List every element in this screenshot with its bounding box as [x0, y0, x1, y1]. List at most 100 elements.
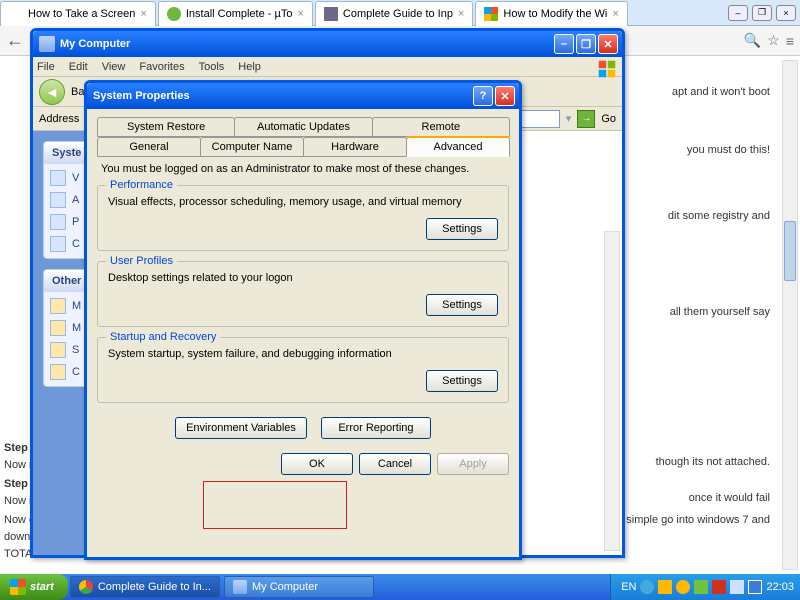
extra-buttons-row: Environment Variables Error Reporting: [97, 417, 509, 439]
menu-favorites[interactable]: Favorites: [139, 61, 184, 73]
tab-title: Install Complete - µTo: [186, 8, 293, 20]
tab-title: How to Modify the Wi: [503, 8, 607, 20]
menu-help[interactable]: Help: [238, 61, 261, 73]
go-button[interactable]: →: [577, 110, 595, 128]
back-button[interactable]: ←: [6, 30, 24, 51]
tray-shield-icon[interactable]: [658, 580, 672, 594]
tab-general[interactable]: General: [97, 137, 201, 157]
performance-group: Performance Visual effects, processor sc…: [97, 185, 509, 251]
close-icon[interactable]: ×: [140, 8, 146, 20]
browser-tab-strip: How to Take a Screen × Install Complete -…: [0, 0, 800, 26]
close-button[interactable]: ✕: [495, 86, 515, 106]
tab-system-restore[interactable]: System Restore: [97, 117, 235, 137]
tray-chevron-icon[interactable]: [640, 580, 654, 594]
explorer-scrollbar[interactable]: [604, 231, 620, 551]
titlebar[interactable]: My Computer – ❐ ✕: [33, 31, 622, 57]
go-label: Go: [601, 113, 616, 125]
taskbar-item-chrome[interactable]: Complete Guide to In...: [70, 576, 220, 598]
tab-automatic-updates[interactable]: Automatic Updates: [234, 117, 372, 137]
group-legend: Performance: [106, 179, 177, 191]
tray-network-icon[interactable]: [694, 580, 708, 594]
help-button[interactable]: ?: [473, 86, 493, 106]
edge-icon: [9, 7, 23, 21]
admin-instruction: You must be logged on as an Administrato…: [101, 163, 505, 175]
place-icon: [50, 364, 66, 380]
browser-tab-3[interactable]: Complete Guide to Inp ×: [315, 1, 474, 26]
maximize-button[interactable]: ❐: [752, 5, 772, 21]
close-icon[interactable]: ×: [458, 8, 464, 20]
menu-view[interactable]: View: [102, 61, 126, 73]
menu-file[interactable]: File: [37, 61, 55, 73]
system-properties-dialog: System Properties ? ✕ System Restore Aut…: [84, 80, 522, 560]
group-legend: Startup and Recovery: [106, 331, 220, 343]
startup-settings-button[interactable]: Settings: [426, 370, 498, 392]
taskbar-item-mycomputer[interactable]: My Computer: [224, 576, 374, 598]
menu-edit[interactable]: Edit: [69, 61, 88, 73]
task-icon: [50, 192, 66, 208]
menu-tools[interactable]: Tools: [199, 61, 225, 73]
dialog-buttons: OK Cancel Apply: [97, 453, 509, 475]
tab-title: Complete Guide to Inp: [343, 8, 453, 20]
tab-hardware[interactable]: Hardware: [303, 137, 407, 157]
cancel-button[interactable]: Cancel: [359, 453, 431, 475]
performance-settings-button[interactable]: Settings: [426, 218, 498, 240]
maximize-button[interactable]: ❐: [576, 34, 596, 54]
group-desc: Desktop settings related to your logon: [108, 272, 498, 284]
computer-icon: [39, 36, 55, 52]
ok-button[interactable]: OK: [281, 453, 353, 475]
tab-computer-name[interactable]: Computer Name: [200, 137, 304, 157]
task-icon: [50, 214, 66, 230]
system-tray: EN 22:03: [610, 574, 800, 600]
minimize-button[interactable]: –: [554, 34, 574, 54]
chrome-icon: [79, 580, 93, 594]
menu-bar: File Edit View Favorites Tools Help: [33, 57, 622, 77]
page-scrollbar[interactable]: [782, 60, 798, 570]
bg-text: though its not attached.: [656, 454, 770, 471]
close-button[interactable]: ✕: [598, 34, 618, 54]
tab-remote[interactable]: Remote: [372, 117, 510, 137]
browser-tab-4[interactable]: How to Modify the Wi ×: [475, 1, 627, 26]
apply-button: Apply: [437, 453, 509, 475]
nav-back-button[interactable]: ◄: [39, 79, 65, 105]
tray-update-icon[interactable]: [676, 580, 690, 594]
window-title: My Computer: [60, 38, 130, 50]
browser-tab-1[interactable]: How to Take a Screen ×: [0, 1, 156, 26]
tab-strip: System Restore Automatic Updates Remote …: [97, 117, 509, 157]
profiles-settings-button[interactable]: Settings: [426, 294, 498, 316]
tab-title: How to Take a Screen: [28, 8, 135, 20]
bookmark-star-icon[interactable]: ☆: [767, 32, 780, 49]
menu-icon[interactable]: ≡: [786, 33, 794, 49]
tray-volume-icon[interactable]: [730, 580, 744, 594]
scrollbar-thumb[interactable]: [784, 221, 796, 281]
tray-av-icon[interactable]: [712, 580, 726, 594]
tab-advanced[interactable]: Advanced: [406, 137, 510, 157]
close-icon[interactable]: ×: [612, 8, 618, 20]
task-icon: [50, 236, 66, 252]
place-icon: [50, 342, 66, 358]
bg-text: all them yourself say: [670, 304, 770, 321]
dialog-title: System Properties: [93, 90, 190, 102]
bg-text: you must do this!: [687, 142, 770, 159]
titlebar[interactable]: System Properties ? ✕: [87, 83, 519, 109]
bg-text: apt and it won't boot: [672, 84, 770, 101]
page-icon: [324, 7, 338, 21]
taskbar: start Complete Guide to In... My Compute…: [0, 574, 800, 600]
group-desc: System startup, system failure, and debu…: [108, 348, 498, 360]
minimize-button[interactable]: –: [728, 5, 748, 21]
start-button[interactable]: start: [0, 574, 68, 600]
task-icon: [50, 170, 66, 186]
bg-text: once it would fail: [689, 490, 770, 507]
group-desc: Visual effects, processor scheduling, me…: [108, 196, 498, 208]
error-reporting-button[interactable]: Error Reporting: [321, 417, 431, 439]
language-indicator[interactable]: EN: [621, 581, 636, 593]
tray-battery-icon[interactable]: [748, 580, 762, 594]
browser-tab-2[interactable]: Install Complete - µTo ×: [158, 1, 313, 26]
startup-recovery-group: Startup and Recovery System startup, sys…: [97, 337, 509, 403]
place-icon: [50, 320, 66, 336]
search-icon[interactable]: 🔍: [744, 32, 761, 49]
close-icon[interactable]: ×: [297, 8, 303, 20]
environment-variables-button[interactable]: Environment Variables: [175, 417, 307, 439]
utorrent-icon: [167, 7, 181, 21]
clock[interactable]: 22:03: [766, 581, 794, 593]
close-button[interactable]: ×: [776, 5, 796, 21]
